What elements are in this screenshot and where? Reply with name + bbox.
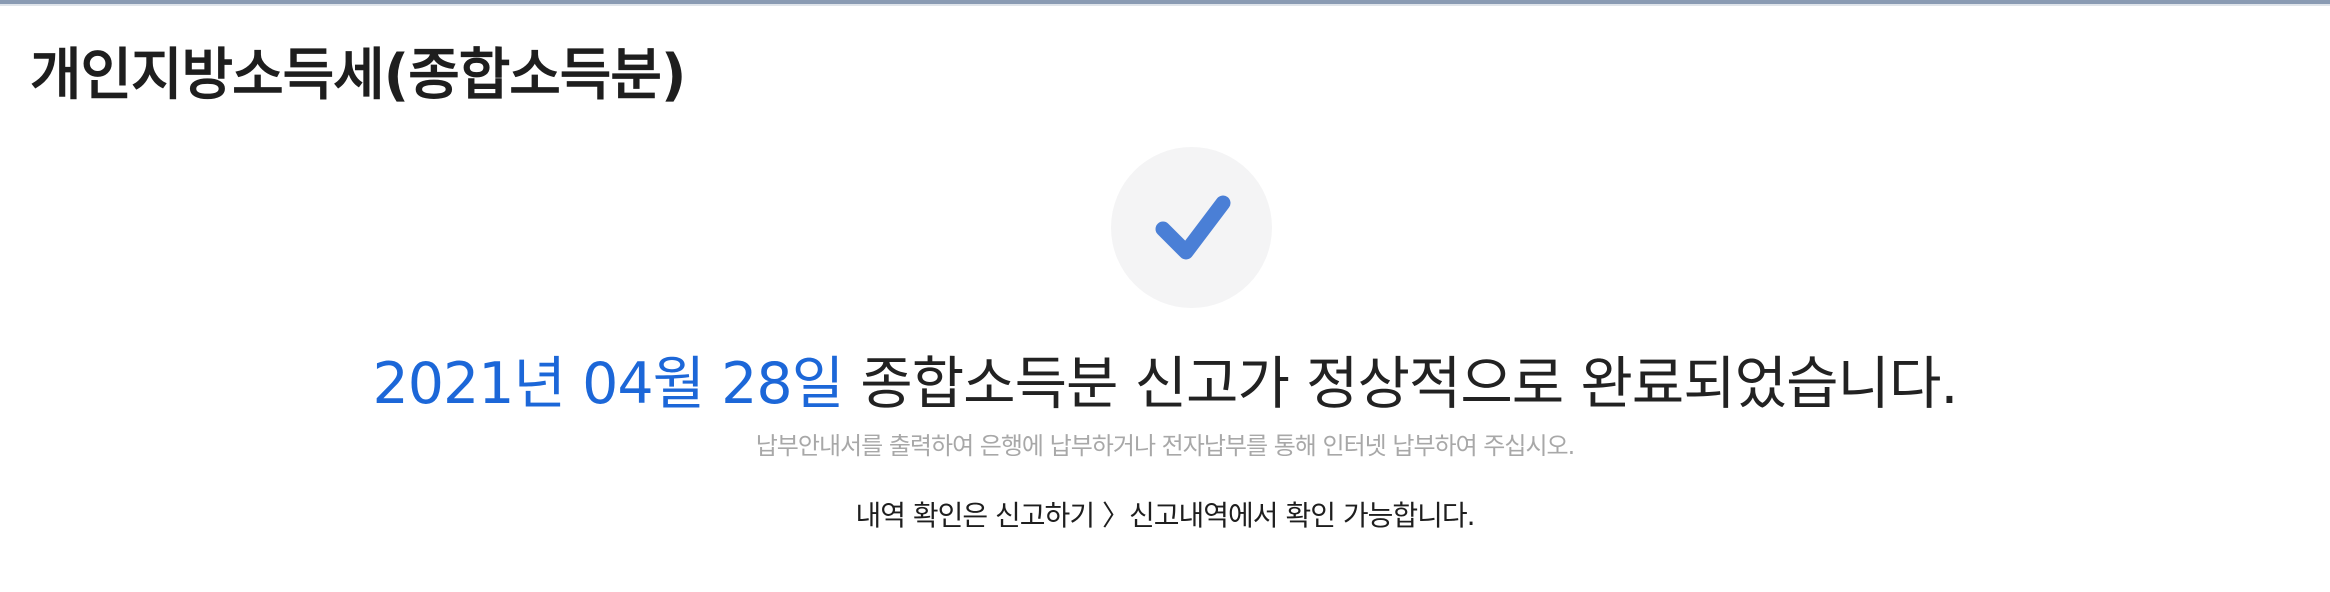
top-border [0, 0, 2330, 6]
check-icon [1155, 195, 1231, 260]
completion-message: 2021년 04월 28일 종합소득분 신고가 정상적으로 완료되었습니다. [0, 338, 2330, 420]
report-date: 2021년 04월 28일 [372, 351, 844, 417]
completion-text: 종합소득분 신고가 정상적으로 완료되었습니다. [843, 351, 1958, 417]
success-badge [1111, 147, 1272, 308]
history-info-text: 내역 확인은 신고하기 〉신고내역에서 확인 가능합니다. [855, 499, 1475, 532]
payment-guide-text: 납부안내서를 출력하여 은행에 납부하거나 전자납부를 통해 인터넷 납부하여 … [755, 432, 1576, 460]
page-title: 개인지방소득세(종합소득분) [30, 43, 686, 108]
